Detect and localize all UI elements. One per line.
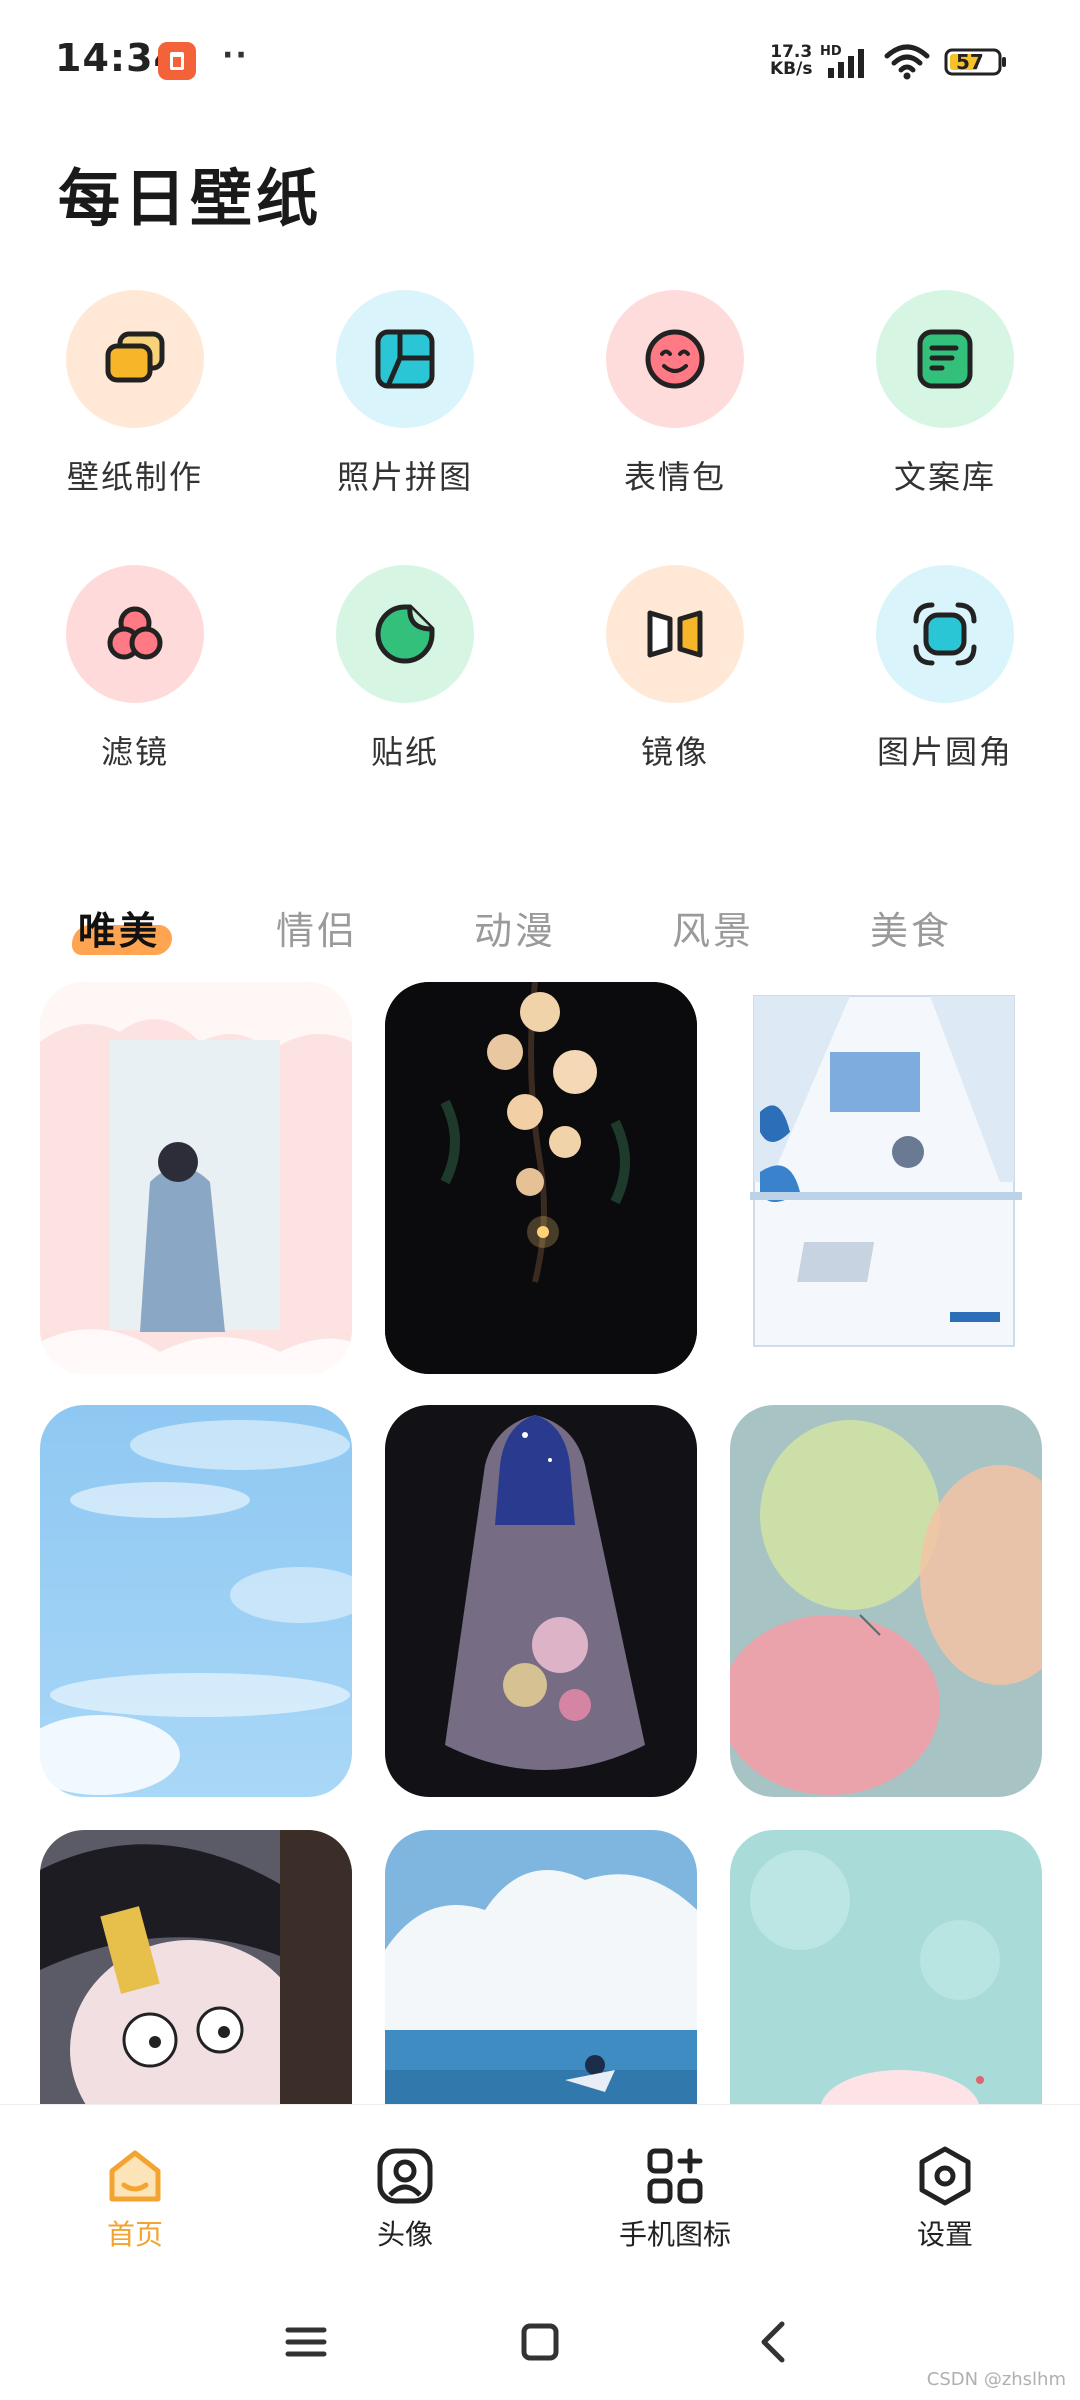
filter-icon — [107, 606, 163, 660]
feature-mirror[interactable]: 镜像 — [575, 565, 775, 773]
tab-couple[interactable]: 情侣 — [276, 900, 358, 955]
wallpaper-card[interactable] — [385, 982, 697, 1374]
feature-label: 图片圆角 — [876, 733, 1013, 771]
feature-label: 表情包 — [623, 458, 726, 496]
wallpaper-card[interactable] — [40, 1405, 352, 1797]
document-icon — [917, 329, 973, 389]
feature-photo-collage[interactable]: 照片拼图 — [305, 290, 505, 498]
wallpaper-image — [40, 1405, 352, 1797]
nav-label: 头像 — [376, 2218, 433, 2251]
system-navigation-bar: CSDN @zhslhm — [0, 2284, 1080, 2400]
nav-label: 手机图标 — [618, 2218, 731, 2251]
wallpaper-card[interactable] — [730, 1830, 1042, 2130]
tab-beautiful[interactable]: 唯美 — [71, 900, 173, 955]
tab-food[interactable]: 美食 — [870, 900, 952, 955]
tab-scenery[interactable]: 风景 — [672, 900, 754, 955]
feature-copywriting-library[interactable]: 文案库 — [845, 290, 1045, 498]
feature-icon-bg — [876, 290, 1014, 428]
wallpaper-card[interactable] — [385, 1405, 697, 1797]
wallpaper-image — [730, 1405, 1042, 1797]
round-corner-icon — [913, 602, 977, 666]
wallpaper-image — [40, 1830, 352, 2130]
feature-label: 壁纸制作 — [66, 458, 203, 496]
wallpaper-image — [40, 982, 352, 1374]
nav-label: 首页 — [106, 2218, 163, 2251]
settings-icon — [919, 2146, 971, 2206]
wallpaper-image — [385, 1830, 697, 2130]
menu-icon[interactable] — [276, 2312, 336, 2372]
layers-icon — [105, 331, 165, 383]
feature-icon-bg — [66, 565, 204, 703]
feature-icon-bg — [66, 290, 204, 428]
more-notifications-icon: ·· — [222, 38, 249, 73]
feature-icon-bg — [336, 565, 474, 703]
feature-label: 滤镜 — [100, 733, 169, 771]
app-notification-icon — [158, 42, 196, 80]
feature-label: 镜像 — [640, 733, 709, 771]
smile-icon — [645, 329, 705, 389]
feature-emoji-pack[interactable]: 表情包 — [575, 290, 775, 498]
feature-round-corner[interactable]: 图片圆角 — [845, 565, 1045, 773]
bottom-navigation: 首页 头像 手机图标 设置 — [0, 2104, 1080, 2285]
network-speed: 17.3 KB/s — [770, 42, 813, 79]
status-bar: 14:34 ·· 17.3 KB/s HD 57 — [0, 0, 1080, 120]
feature-icon-bg — [606, 565, 744, 703]
wallpaper-card[interactable] — [730, 982, 1042, 1374]
nav-phone-icons[interactable]: 手机图标 — [575, 2145, 775, 2253]
nav-settings[interactable]: 设置 — [845, 2145, 1045, 2253]
nav-label: 设置 — [916, 2218, 973, 2251]
feature-label: 照片拼图 — [336, 458, 473, 496]
feature-sticker[interactable]: 贴纸 — [305, 565, 505, 773]
signal-icon — [828, 49, 864, 78]
mirror-icon — [647, 610, 703, 658]
apps-icon — [647, 2148, 703, 2204]
feature-wallpaper-maker[interactable]: 壁纸制作 — [35, 290, 235, 498]
feature-label: 文案库 — [893, 458, 996, 496]
feature-filter[interactable]: 滤镜 — [35, 565, 235, 773]
wallpaper-image — [730, 982, 1042, 1374]
wallpaper-image — [385, 1405, 697, 1797]
nav-home[interactable]: 首页 — [35, 2145, 235, 2253]
wallpaper-card[interactable] — [40, 1830, 352, 2130]
wallpaper-image — [730, 1830, 1042, 2130]
feature-label: 贴纸 — [370, 733, 439, 771]
tab-anime[interactable]: 动漫 — [474, 900, 556, 955]
feature-icon-bg — [336, 290, 474, 428]
wallpaper-card[interactable] — [40, 982, 352, 1374]
wallpaper-card[interactable] — [385, 1830, 697, 2130]
home-icon — [109, 2150, 161, 2202]
wallpaper-image — [385, 982, 697, 1374]
battery-level: 57 — [956, 50, 984, 74]
collage-icon — [375, 329, 435, 389]
nav-avatar[interactable]: 头像 — [305, 2145, 505, 2253]
back-icon[interactable] — [744, 2312, 804, 2372]
avatar-icon — [377, 2148, 433, 2204]
sticker-icon — [375, 604, 435, 664]
wallpaper-card[interactable] — [730, 1405, 1042, 1797]
watermark: CSDN @zhslhm — [926, 2369, 1066, 2390]
page-title: 每日壁纸 — [58, 162, 323, 235]
wifi-icon — [884, 44, 930, 80]
feature-icon-bg — [606, 290, 744, 428]
home-button-icon[interactable] — [510, 2312, 570, 2372]
feature-icon-bg — [876, 565, 1014, 703]
